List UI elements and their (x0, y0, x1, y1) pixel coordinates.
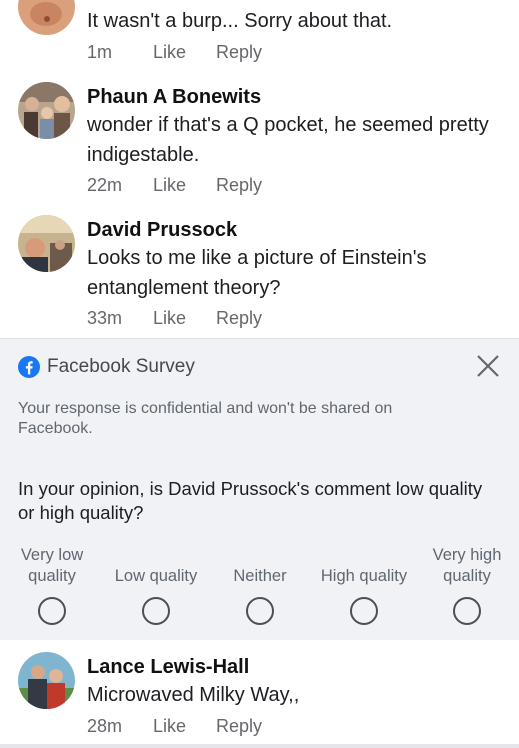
option-label: High quality (320, 567, 408, 585)
comment-item: It wasn't a burp... Sorry about that. 1m… (0, 0, 519, 70)
like-button[interactable]: Like (153, 716, 216, 737)
survey-question: In your opinion, is David Prussock's com… (18, 478, 483, 523)
radio-high-quality[interactable] (350, 597, 378, 625)
reply-button[interactable]: Reply (216, 175, 262, 196)
commenter-name[interactable]: Phaun A Bonewits (87, 84, 499, 110)
option-label: Neither (233, 567, 287, 585)
commenter-name[interactable]: David Prussock (87, 217, 499, 243)
survey-header: Facebook Survey (18, 355, 195, 379)
survey-confidentiality-note: Your response is confidential and won't … (18, 400, 393, 437)
option-label: Very low quality (20, 546, 84, 585)
comment-time: 28m (87, 716, 123, 736)
comment-time: 22m (87, 175, 123, 195)
option-low: Low quality (106, 545, 206, 587)
facebook-logo-icon (18, 356, 40, 378)
reply-button[interactable]: Reply (216, 42, 262, 63)
comment-text: Microwaved Milky Way,, (87, 684, 300, 706)
facebook-survey-panel: Facebook Survey Your response is confide… (0, 338, 519, 640)
comment-text: It wasn't a burp... Sorry about that. (87, 10, 393, 32)
option-label: Very high quality (432, 546, 502, 585)
comment-item: David Prussock Looks to me like a pictur… (0, 211, 519, 336)
radio-very-low-quality[interactable] (38, 597, 66, 625)
option-label: Low quality (114, 567, 198, 585)
reply-button[interactable]: Reply (216, 308, 262, 329)
radio-low-quality[interactable] (142, 597, 170, 625)
option-neither: Neither (220, 545, 300, 587)
comment-text: Looks to me like a picture of Einstein's… (87, 247, 427, 299)
reply-button[interactable]: Reply (216, 716, 262, 737)
like-button[interactable]: Like (153, 175, 216, 196)
commenter-name[interactable]: Lance Lewis-Hall (87, 654, 499, 680)
survey-title: Facebook Survey (47, 356, 195, 377)
avatar[interactable] (18, 215, 75, 272)
radio-neither[interactable] (246, 597, 274, 625)
comment-time: 33m (87, 308, 123, 328)
like-button[interactable]: Like (153, 308, 216, 329)
option-very-low: Very low quality (8, 545, 96, 587)
comment-text: wonder if that's a Q pocket, he seemed p… (87, 114, 489, 166)
close-button[interactable] (475, 353, 501, 379)
comment-item: Phaun A Bonewits wonder if that's a Q po… (0, 78, 519, 208)
comment-item: Lance Lewis-Hall Microwaved Milky Way,, … (0, 646, 519, 744)
avatar[interactable] (18, 82, 75, 139)
close-icon (477, 355, 499, 377)
like-button[interactable]: Like (153, 42, 216, 63)
option-high: High quality (311, 545, 417, 587)
radio-very-high-quality[interactable] (453, 597, 481, 625)
avatar[interactable] (18, 652, 75, 709)
avatar[interactable] (18, 0, 75, 35)
option-very-high: Very high quality (425, 545, 509, 587)
divider (0, 744, 519, 748)
comment-time: 1m (87, 42, 113, 62)
